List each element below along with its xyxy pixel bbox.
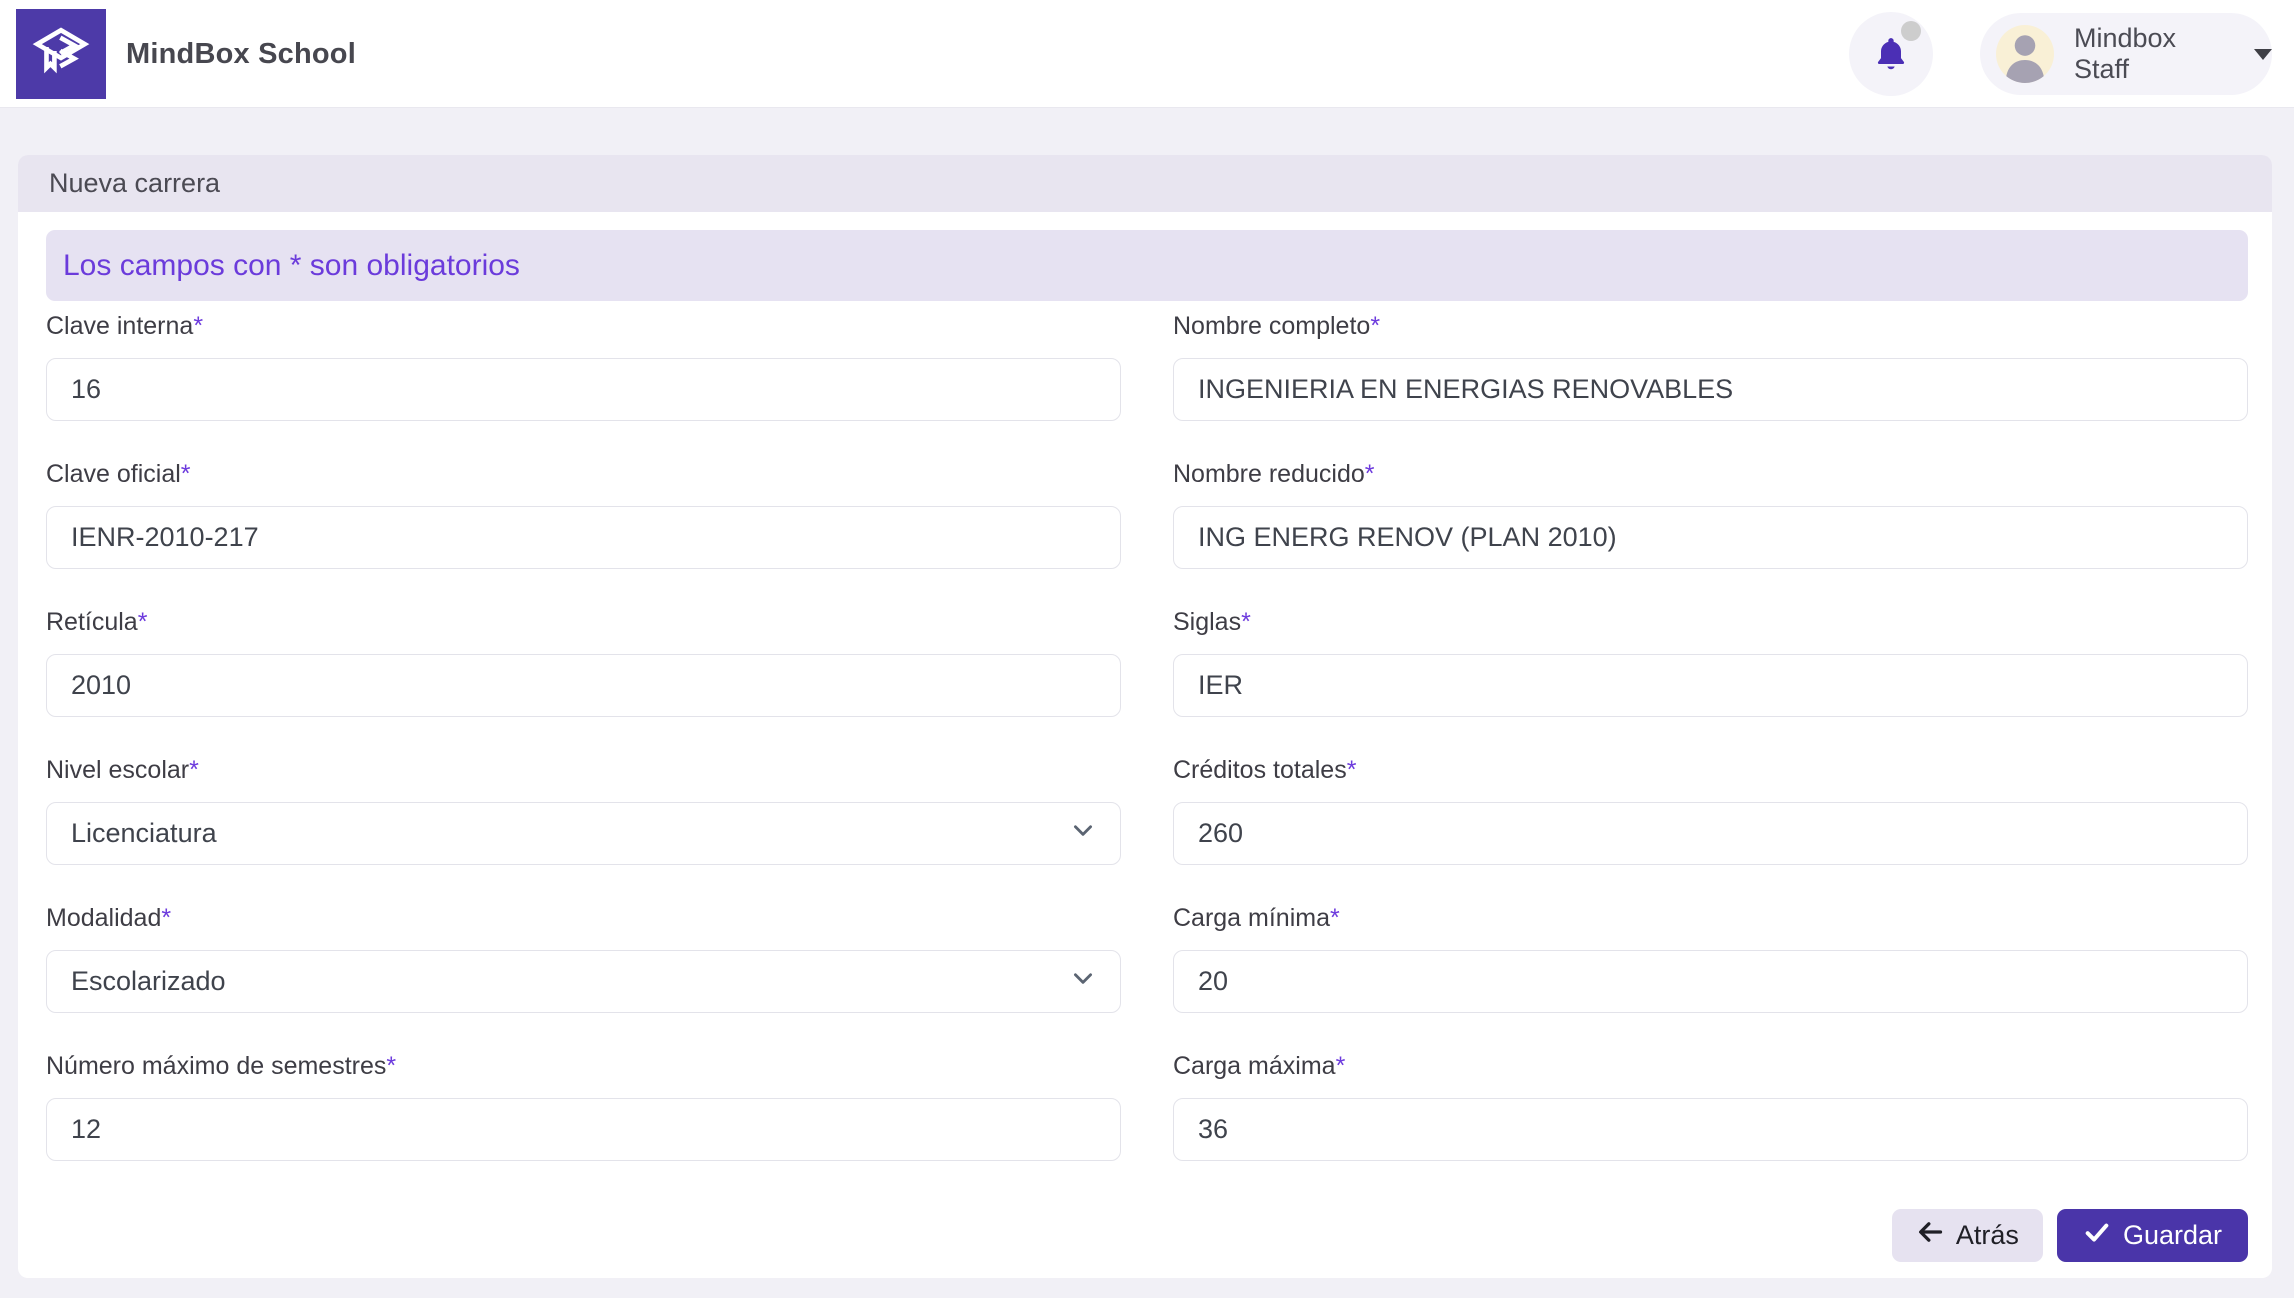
caret-down-icon — [2254, 48, 2272, 60]
field-label: Carga mínima* — [1173, 903, 2248, 933]
carga-minima-input[interactable] — [1173, 950, 2248, 1013]
label-text: Carga máxima — [1173, 1052, 1336, 1080]
back-button-label: Atrás — [1955, 1220, 2019, 1250]
required-asterisk: * — [193, 312, 204, 340]
selected-value: Escolarizado — [71, 966, 226, 996]
label-text: Siglas — [1173, 608, 1242, 636]
required-asterisk: * — [1346, 756, 1357, 784]
numero-maximo-semestres-input[interactable] — [46, 1098, 1121, 1161]
field-numero-maximo-semestres: Número máximo de semestres* — [46, 1051, 1121, 1161]
required-asterisk: * — [1370, 312, 1381, 340]
field-label: Nombre completo* — [1173, 311, 2248, 341]
nombre-completo-input[interactable] — [1173, 358, 2248, 421]
check-icon — [2083, 1218, 2111, 1253]
modalidad-select[interactable]: Escolarizado — [46, 950, 1121, 1013]
form-column-left: Clave interna* Clave oficial* Retícula* … — [46, 311, 1121, 1199]
required-asterisk: * — [137, 608, 148, 636]
save-button[interactable]: Guardar — [2056, 1209, 2248, 1262]
carga-maxima-input[interactable] — [1173, 1098, 2248, 1161]
field-nombre-completo: Nombre completo* — [1173, 311, 2248, 421]
label-text: Créditos totales — [1173, 756, 1347, 784]
clave-oficial-input[interactable] — [46, 506, 1121, 569]
required-asterisk: * — [1335, 1052, 1346, 1080]
top-header-bar: MindBox School Mindbox Staff — [0, 0, 2294, 108]
field-label: Número máximo de semestres* — [46, 1051, 1121, 1081]
person-avatar-icon — [1996, 25, 2054, 83]
card-title: Nueva carrera — [18, 155, 2272, 212]
required-asterisk: * — [161, 904, 172, 932]
card-body: Los campos con * son obligatorios Clave … — [18, 230, 2272, 1278]
creditos-totales-input[interactable] — [1173, 802, 2248, 865]
field-label: Siglas* — [1173, 607, 2248, 637]
app-logo — [16, 9, 106, 99]
new-career-card: Nueva carrera Los campos con * son oblig… — [18, 155, 2272, 1278]
user-name-label: Mindbox Staff — [2074, 23, 2177, 84]
chevron-down-icon — [1070, 965, 1096, 998]
arrow-left-icon — [1916, 1218, 1944, 1253]
field-siglas: Siglas* — [1173, 607, 2248, 717]
notification-badge — [1901, 21, 1921, 41]
clave-interna-input[interactable] — [46, 358, 1121, 421]
user-menu-button[interactable]: Mindbox Staff — [1980, 13, 2272, 95]
label-text: Nivel escolar — [46, 756, 190, 784]
label-text: Nombre reducido — [1173, 460, 1365, 488]
nivel-escolar-select[interactable]: Licenciatura — [46, 802, 1121, 865]
field-label: Carga máxima* — [1173, 1051, 2248, 1081]
field-nivel-escolar: Nivel escolar* Licenciatura — [46, 755, 1121, 865]
field-clave-oficial: Clave oficial* — [46, 459, 1121, 569]
label-text: Clave interna — [46, 312, 194, 340]
field-reticula: Retícula* — [46, 607, 1121, 717]
required-asterisk: * — [386, 1052, 397, 1080]
field-label: Modalidad* — [46, 903, 1121, 933]
graduation-cap-icon — [28, 19, 94, 90]
label-text: Carga mínima — [1173, 904, 1330, 932]
field-carga-maxima: Carga máxima* — [1173, 1051, 2248, 1161]
field-nombre-reducido: Nombre reducido* — [1173, 459, 2248, 569]
field-clave-interna: Clave interna* — [46, 311, 1121, 421]
field-carga-minima: Carga mínima* — [1173, 903, 2248, 1013]
label-text: Nombre completo — [1173, 312, 1371, 340]
field-label: Nivel escolar* — [46, 755, 1121, 785]
required-asterisk: * — [180, 460, 191, 488]
label-text: Clave oficial — [46, 460, 181, 488]
required-fields-alert: Los campos con * son obligatorios — [46, 230, 2248, 301]
field-label: Clave interna* — [46, 311, 1121, 341]
back-button[interactable]: Atrás — [1891, 1209, 2043, 1262]
nombre-reducido-input[interactable] — [1173, 506, 2248, 569]
field-modalidad: Modalidad* Escolarizado — [46, 903, 1121, 1013]
required-asterisk: * — [1330, 904, 1340, 932]
field-creditos-totales: Créditos totales* — [1173, 755, 2248, 865]
chevron-down-icon — [1070, 817, 1096, 850]
label-text: Modalidad — [46, 904, 162, 932]
field-label: Clave oficial* — [46, 459, 1121, 489]
form-actions: Atrás Guardar — [46, 1209, 2248, 1262]
required-asterisk: * — [189, 756, 199, 784]
notifications-button[interactable] — [1849, 12, 1933, 96]
app-title: MindBox School — [126, 37, 356, 70]
required-asterisk: * — [1364, 460, 1375, 488]
required-asterisk: * — [1241, 608, 1251, 636]
siglas-input[interactable] — [1173, 654, 2248, 717]
selected-value: Licenciatura — [71, 818, 217, 848]
field-label: Retícula* — [46, 607, 1121, 637]
label-text: Número máximo de semestres — [46, 1052, 387, 1080]
field-label: Nombre reducido* — [1173, 459, 2248, 489]
career-form: Clave interna* Clave oficial* Retícula* … — [46, 311, 2248, 1199]
reticula-input[interactable] — [46, 654, 1121, 717]
form-column-right: Nombre completo* Nombre reducido* Siglas… — [1173, 311, 2248, 1199]
label-text: Retícula — [46, 608, 138, 636]
field-label: Créditos totales* — [1173, 755, 2248, 785]
save-button-label: Guardar — [2122, 1220, 2222, 1250]
